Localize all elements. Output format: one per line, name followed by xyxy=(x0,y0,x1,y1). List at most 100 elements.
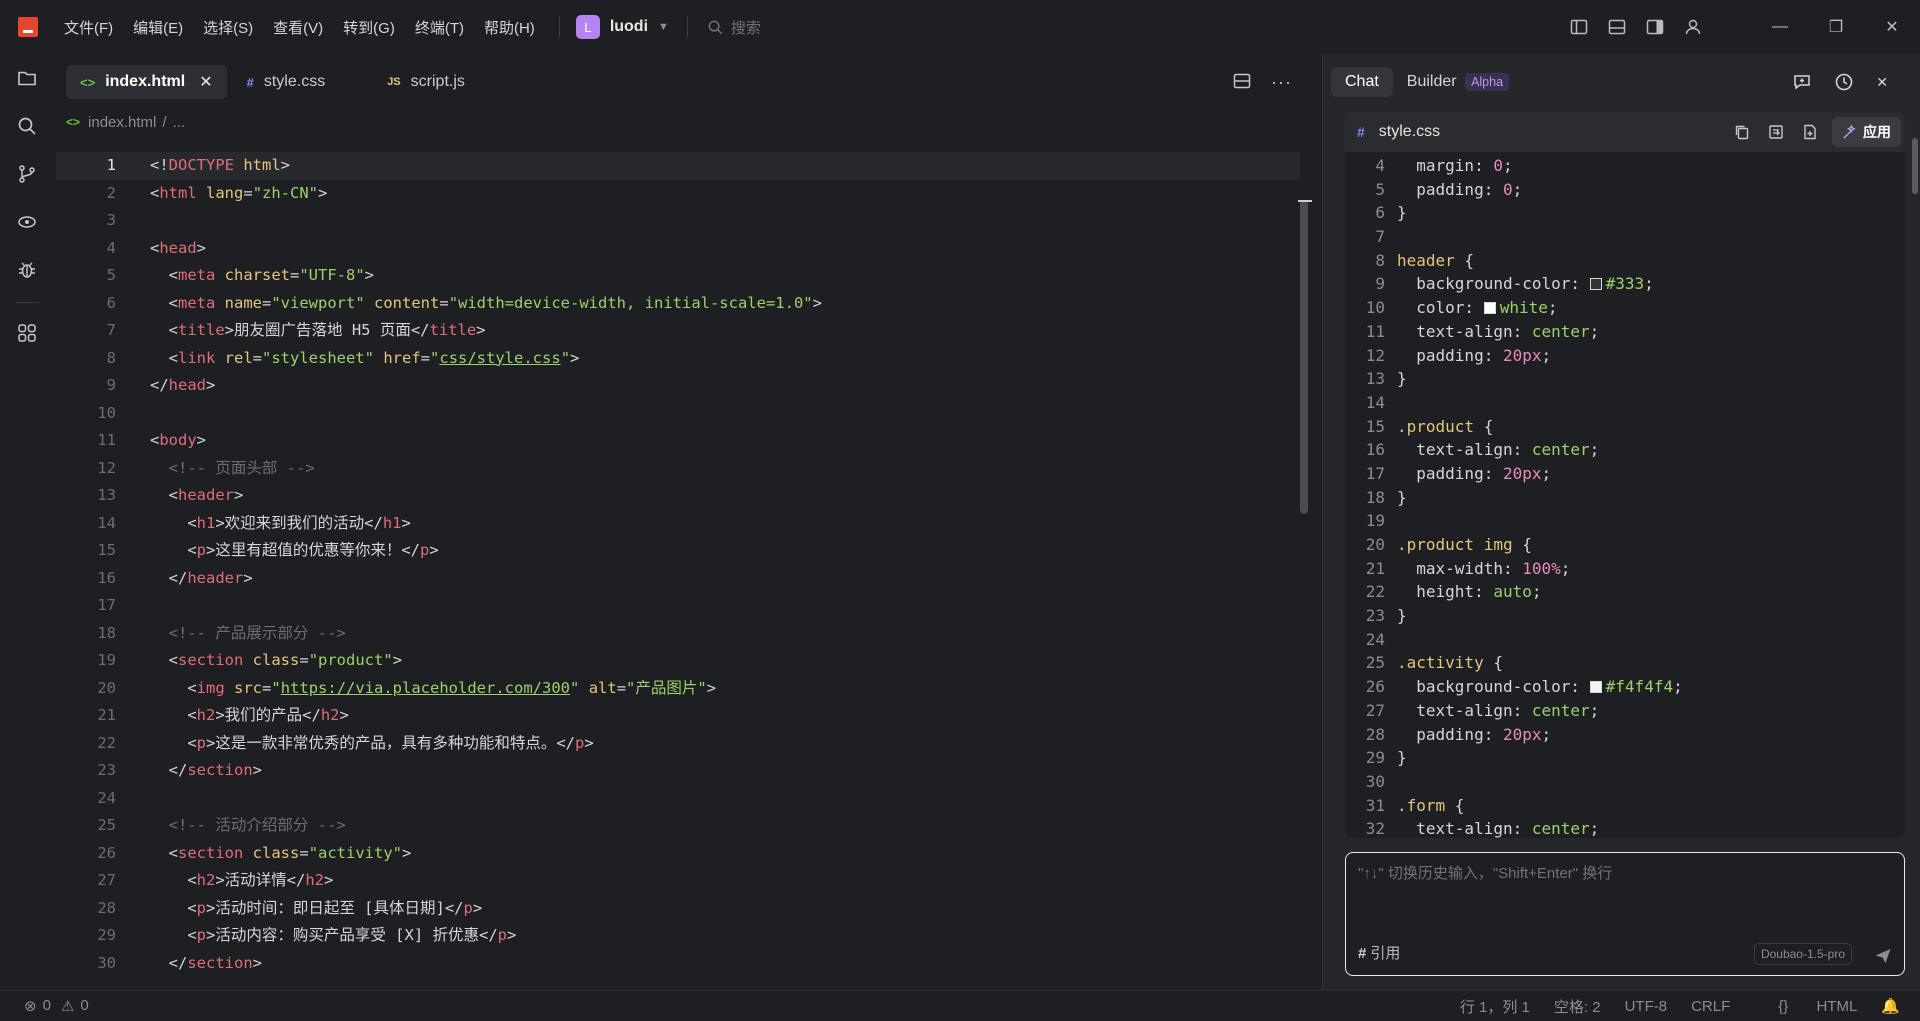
menu-terminal[interactable]: 终端(T) xyxy=(415,17,464,38)
code-line[interactable]: 20 <img src="https://via.placeholder.com… xyxy=(56,675,1300,703)
menu-selection[interactable]: 选择(S) xyxy=(203,17,253,38)
code-token: < xyxy=(150,183,160,202)
code-line[interactable]: 23 </section> xyxy=(56,757,1300,785)
close-panel-icon[interactable]: ✕ xyxy=(1876,74,1888,91)
code-line[interactable]: 13 <header> xyxy=(56,482,1300,510)
code-line[interactable]: 21 <h2>我们的产品</h2> xyxy=(56,702,1300,730)
notifications-icon[interactable]: 🔔 xyxy=(1881,997,1900,1015)
code-line[interactable]: 3 xyxy=(56,207,1300,235)
minimize-button[interactable]: — xyxy=(1752,0,1808,54)
account-icon[interactable] xyxy=(1683,17,1703,37)
close-icon[interactable]: ✕ xyxy=(199,72,212,92)
toggle-sidebar-icon[interactable] xyxy=(1569,17,1589,37)
explorer-icon[interactable] xyxy=(0,54,54,102)
code-line[interactable]: 17 xyxy=(56,592,1300,620)
search-box[interactable]: 搜索 xyxy=(708,17,761,38)
code-editor[interactable]: 1 <!DOCTYPE html> 2 <html lang="zh-CN"> 3 4 <h… xyxy=(56,152,1300,990)
code-token: name xyxy=(224,293,262,312)
problems-indicator[interactable]: ⊗ 0 ⚠ 0 xyxy=(24,997,95,1015)
menu-help[interactable]: 帮助(H) xyxy=(484,17,535,38)
code-line[interactable]: 22 <p>这是一款非常优秀的产品，具有多种功能和特点。</p> xyxy=(56,730,1300,758)
panel-scrollbar[interactable] xyxy=(1912,138,1918,194)
code-line[interactable]: 7 <title>朋友圈广告落地 H5 页面</title> xyxy=(56,317,1300,345)
code-line[interactable]: 14 <h1>欢迎来到我们的活动</h1> xyxy=(56,510,1300,538)
code-line[interactable]: 27 <h2>活动详情</h2> xyxy=(56,867,1300,895)
code-line[interactable]: 10 xyxy=(56,400,1300,428)
menu-edit[interactable]: 编辑(E) xyxy=(133,17,183,38)
language-mode[interactable]: {} HTML xyxy=(1754,998,1857,1015)
source-control-icon[interactable] xyxy=(0,150,54,198)
code-token: < xyxy=(150,431,160,449)
line-number: 28 xyxy=(97,898,116,917)
insert-icon[interactable] xyxy=(1768,124,1784,140)
code-line[interactable]: 25 <!-- 活动介绍部分 --> xyxy=(56,812,1300,840)
code-token: < xyxy=(150,843,178,862)
line-number: 17 xyxy=(1365,463,1385,483)
color-swatch[interactable] xyxy=(1589,278,1602,291)
code-line[interactable]: 6 <meta name="viewport" content="width=d… xyxy=(56,290,1300,318)
split-editor-icon[interactable] xyxy=(1233,72,1251,93)
code-token: } xyxy=(1397,487,1407,507)
menu-view[interactable]: 查看(V) xyxy=(273,17,323,38)
code-line[interactable]: 19 <section class="product"> xyxy=(56,647,1300,675)
indentation[interactable]: 空格: 2 xyxy=(1554,996,1601,1017)
menu-file[interactable]: 文件(F) xyxy=(64,17,113,38)
color-swatch[interactable] xyxy=(1483,302,1496,315)
line-number: 9 xyxy=(106,376,116,394)
copy-icon[interactable] xyxy=(1734,124,1750,140)
tab-script-js[interactable]: JS script.js xyxy=(373,65,479,99)
more-actions-icon[interactable]: ··· xyxy=(1271,72,1292,93)
new-chat-icon[interactable] xyxy=(1792,72,1812,92)
color-swatch[interactable] xyxy=(1589,681,1602,694)
menu-goto[interactable]: 转到(G) xyxy=(343,17,395,38)
encoding[interactable]: UTF-8 xyxy=(1625,998,1668,1015)
tab-chat[interactable]: Chat xyxy=(1331,67,1393,97)
code-line[interactable]: 28 <p>活动时间：即日起至 [具体日期]</p> xyxy=(56,895,1300,923)
cursor-position[interactable]: 行 1，列 1 xyxy=(1460,996,1530,1017)
code-token: = xyxy=(616,678,627,697)
debug-icon[interactable] xyxy=(0,246,54,294)
code-line[interactable]: 16 </header> xyxy=(56,565,1300,593)
code-line[interactable]: 29 <p>活动内容：购买产品享受 [X] 折优惠</p> xyxy=(56,922,1300,950)
close-window-button[interactable]: ✕ xyxy=(1864,0,1920,54)
tab-style-css[interactable]: # style.css xyxy=(233,65,340,99)
apply-button[interactable]: 应用 xyxy=(1832,117,1901,147)
code-line[interactable]: 8 <link rel="stylesheet" href="css/style… xyxy=(56,345,1300,373)
code-line[interactable]: 5 <meta charset="UTF-8"> xyxy=(56,262,1300,290)
breadcrumb-file[interactable]: index.html xyxy=(88,114,156,131)
send-icon[interactable] xyxy=(1874,947,1892,965)
code-line[interactable]: 9 </head> xyxy=(56,372,1300,400)
code-line[interactable]: 15 <p>这里有超值的优惠等你来！</p> xyxy=(56,537,1300,565)
code-line[interactable]: 18 <!-- 产品展示部分 --> xyxy=(56,620,1300,648)
editor-scrollbar[interactable] xyxy=(1300,200,1308,514)
line-ending[interactable]: CRLF xyxy=(1691,998,1730,1015)
toggle-panel-icon[interactable] xyxy=(1607,17,1627,37)
code-token: > xyxy=(472,898,483,917)
workspace-switcher[interactable]: L luodi ▼ xyxy=(575,15,669,39)
apply-label: 应用 xyxy=(1863,124,1891,140)
chat-input[interactable] xyxy=(1358,865,1888,882)
code-token: >欢迎来到我们的活动</ xyxy=(215,513,383,532)
code-line[interactable]: 1 <!DOCTYPE html> xyxy=(56,152,1300,180)
restore-button[interactable]: ❐ xyxy=(1808,0,1864,54)
code-line[interactable]: 11 <body> xyxy=(56,427,1300,455)
code-line[interactable]: 30 </section> xyxy=(56,950,1300,978)
code-line[interactable]: 2 <html lang="zh-CN"> xyxy=(56,180,1300,208)
code-line[interactable]: 4 <head> xyxy=(56,235,1300,263)
code-line[interactable]: 12 <!-- 页面头部 --> xyxy=(56,455,1300,483)
model-selector[interactable]: Doubao-1.5-pro xyxy=(1753,943,1852,965)
code-line[interactable]: 24 xyxy=(56,785,1300,813)
tab-builder[interactable]: Builder Alpha xyxy=(1393,67,1523,97)
cite-button[interactable]: # 引用 xyxy=(1358,942,1400,963)
extensions-icon[interactable] xyxy=(0,309,54,357)
code-line: 13} xyxy=(1345,367,1905,391)
remote-icon[interactable] xyxy=(0,198,54,246)
search-icon[interactable] xyxy=(0,102,54,150)
toggle-secondary-sidebar-icon[interactable] xyxy=(1645,17,1665,37)
new-file-icon[interactable] xyxy=(1802,124,1818,140)
code-line[interactable]: 26 <section class="activity"> xyxy=(56,840,1300,868)
breadcrumb-more[interactable]: ... xyxy=(173,114,186,131)
history-icon[interactable] xyxy=(1834,72,1854,92)
tab-index-html[interactable]: <> index.html ✕ xyxy=(66,65,227,99)
